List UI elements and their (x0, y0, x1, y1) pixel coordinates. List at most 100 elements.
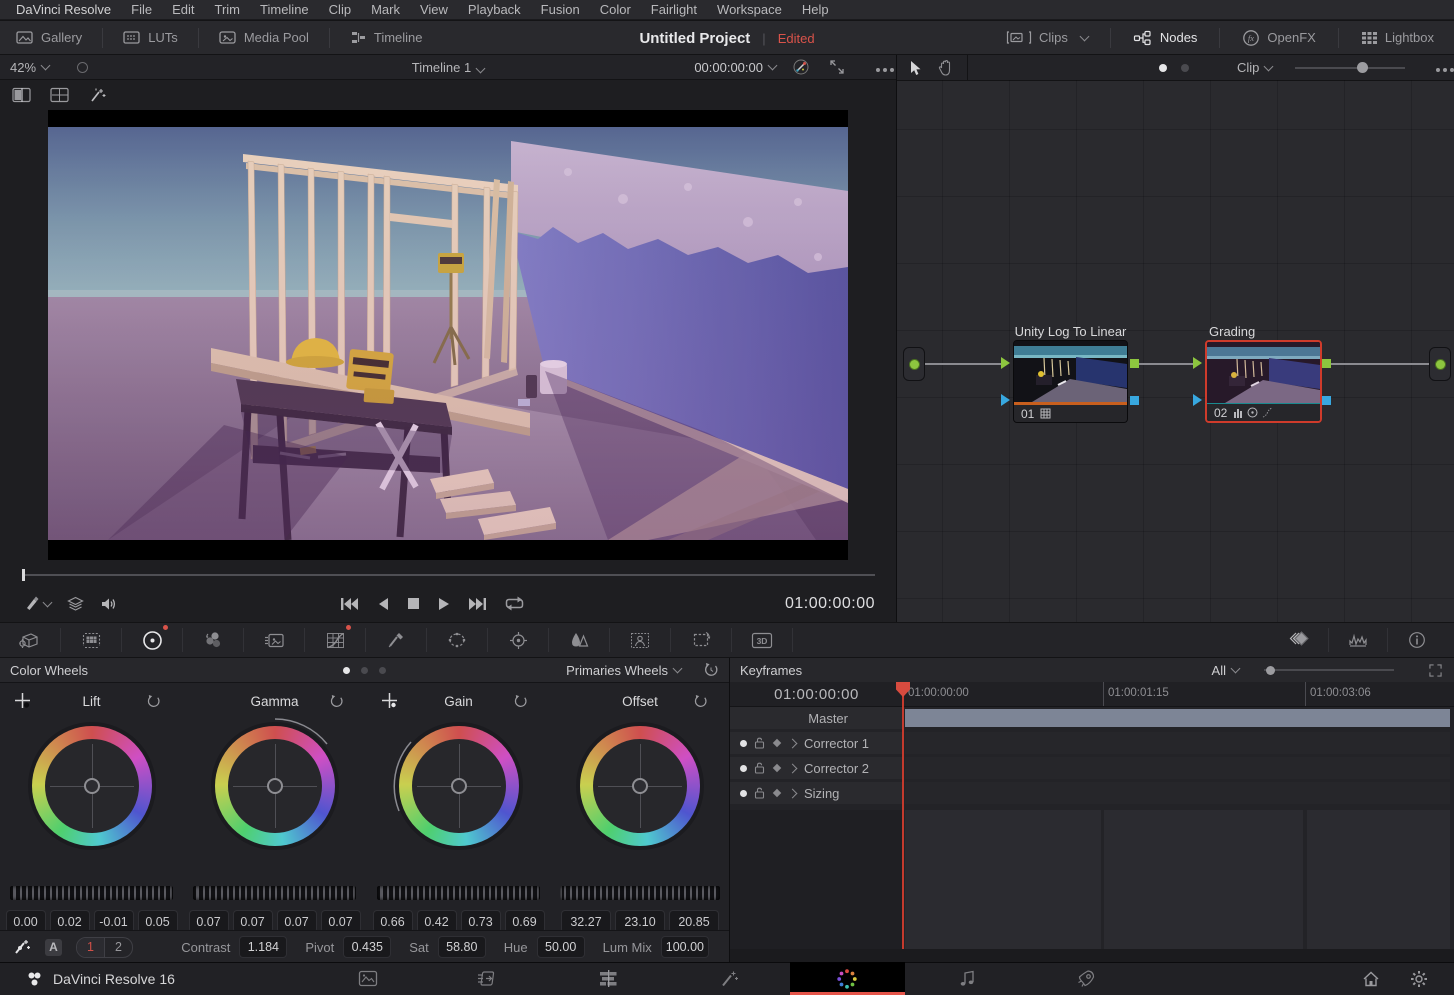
node-connection[interactable] (924, 363, 1001, 365)
nodes-button[interactable]: Nodes (1119, 21, 1212, 54)
openfx-button[interactable]: fx OpenFX (1228, 21, 1329, 54)
image-wipe-icon[interactable] (12, 87, 32, 103)
lock-icon[interactable] (754, 762, 765, 774)
clips-button[interactable]: Clips (992, 21, 1102, 54)
key-icon[interactable] (610, 628, 671, 652)
blur-icon[interactable] (549, 628, 610, 652)
keyframes-palette-icon[interactable] (1270, 628, 1328, 652)
wheels-mode-dropdown[interactable]: Primaries Wheels (566, 663, 681, 678)
menu-workspace[interactable]: Workspace (707, 2, 792, 17)
pivot-value[interactable]: 0.435 (343, 936, 391, 958)
camera-raw-icon[interactable] (0, 628, 61, 652)
menu-clip[interactable]: Clip (319, 2, 361, 17)
keyframes-filter-dropdown[interactable]: All (1212, 663, 1239, 678)
chevron-expand-icon[interactable] (788, 738, 798, 748)
menu-file[interactable]: File (121, 2, 162, 17)
keyframe-diamond-icon[interactable] (772, 738, 782, 748)
gamma-master-wheel[interactable] (193, 886, 356, 900)
keyframe-track-sizing[interactable]: Sizing (730, 782, 1454, 804)
menu-help[interactable]: Help (792, 2, 839, 17)
page-fairlight[interactable] (939, 962, 995, 995)
audio-mute-icon[interactable] (100, 596, 118, 612)
grab-still-icon[interactable] (24, 595, 51, 612)
rgb-mixer-icon[interactable] (183, 628, 244, 652)
wheels-page-1[interactable]: 1 (77, 938, 105, 957)
timeline-button[interactable]: Timeline (336, 21, 437, 54)
page-edit[interactable] (580, 962, 636, 995)
color-wheels-icon[interactable] (122, 628, 183, 652)
split-screen-icon[interactable] (50, 87, 70, 103)
sat-value[interactable]: 58.80 (438, 936, 486, 958)
page-cut[interactable] (459, 962, 515, 995)
track-enable-dot[interactable] (740, 740, 747, 747)
power-window-icon[interactable] (427, 628, 488, 652)
go-to-start-button[interactable] (340, 597, 359, 611)
menu-playback[interactable]: Playback (458, 2, 531, 17)
corrector-node-2[interactable]: 02 (1205, 340, 1322, 423)
keyframes-zoom-slider[interactable] (1264, 658, 1394, 682)
page-color[interactable] (819, 962, 875, 995)
viewer-options-icon[interactable] (876, 60, 880, 75)
tweaker-wand-icon[interactable] (12, 938, 31, 956)
source-node[interactable] (903, 347, 925, 381)
reset-all-icon[interactable] (703, 662, 719, 678)
step-back-button[interactable] (377, 597, 389, 611)
chevron-expand-icon[interactable] (788, 788, 798, 798)
wipe-modes-icon[interactable] (67, 596, 84, 612)
expand-panel-icon[interactable] (1429, 664, 1442, 677)
gain-reset-icon[interactable] (513, 694, 528, 709)
wheels-page-dot-2[interactable] (361, 667, 368, 674)
lift-wheel[interactable] (28, 722, 156, 850)
hue-value[interactable]: 50.00 (537, 936, 585, 958)
scrubber-playhead[interactable] (22, 569, 25, 581)
node-options-icon[interactable] (1436, 60, 1440, 75)
node1-key-input[interactable] (1001, 394, 1010, 406)
offset-wheel-handle[interactable] (632, 778, 648, 794)
offset-wheel[interactable] (576, 722, 704, 850)
node2-key-output[interactable] (1322, 396, 1331, 405)
curves-icon[interactable] (305, 628, 366, 652)
node-mode-dropdown[interactable]: Clip (1237, 60, 1272, 75)
node2-key-input[interactable] (1193, 394, 1202, 406)
node1-rgb-input[interactable] (1001, 357, 1010, 369)
menu-fusion[interactable]: Fusion (531, 2, 590, 17)
loop-button[interactable] (505, 596, 524, 611)
menu-trim[interactable]: Trim (205, 2, 251, 17)
node1-rgb-output[interactable] (1130, 359, 1139, 368)
wheels-pagination[interactable]: 1 2 (76, 937, 133, 958)
page-media[interactable] (340, 962, 396, 995)
keyframe-track-corrector2[interactable]: Corrector 2 (730, 757, 1454, 779)
corrector-node-1[interactable]: 01 (1013, 340, 1128, 423)
highlight-wand-icon[interactable] (88, 87, 107, 104)
output-node[interactable] (1429, 347, 1451, 381)
contrast-value[interactable]: 1.184 (239, 936, 287, 958)
motion-effects-icon[interactable] (244, 628, 305, 652)
bypass-grades-toggle[interactable] (77, 62, 88, 73)
node-connection[interactable] (1331, 363, 1429, 365)
lightbox-button[interactable]: Lightbox (1347, 21, 1448, 54)
gamma-wheel[interactable] (211, 722, 339, 850)
wheels-page-2[interactable]: 2 (105, 938, 132, 957)
auto-balance-button[interactable]: A (45, 939, 62, 956)
menu-color[interactable]: Color (590, 2, 641, 17)
grade-wand-icon[interactable] (792, 58, 810, 76)
page-fusion[interactable] (701, 962, 757, 995)
track-enable-dot[interactable] (740, 790, 747, 797)
go-to-end-button[interactable] (468, 597, 487, 611)
viewer-zoom-dropdown[interactable]: 42% (0, 60, 49, 75)
node2-rgb-output[interactable] (1322, 359, 1331, 368)
media-pool-button[interactable]: Media Pool (205, 21, 323, 54)
viewer-timecode-dropdown[interactable]: 00:00:00:00 (694, 60, 776, 75)
gamma-wheel-handle[interactable] (267, 778, 283, 794)
expand-viewer-icon[interactable] (830, 60, 844, 74)
offset-master-wheel[interactable] (560, 886, 720, 900)
keyframe-diamond-icon[interactable] (772, 763, 782, 773)
gallery-button[interactable]: Gallery (2, 21, 96, 54)
viewer-stage[interactable] (48, 110, 848, 560)
node-connection[interactable] (1139, 363, 1194, 365)
gain-master-wheel[interactable] (377, 886, 540, 900)
menu-edit[interactable]: Edit (162, 2, 204, 17)
pan-tool-icon[interactable] (938, 60, 953, 76)
menu-fairlight[interactable]: Fairlight (641, 2, 707, 17)
node-graph[interactable]: Unity Log To Linear 01 (897, 80, 1454, 622)
